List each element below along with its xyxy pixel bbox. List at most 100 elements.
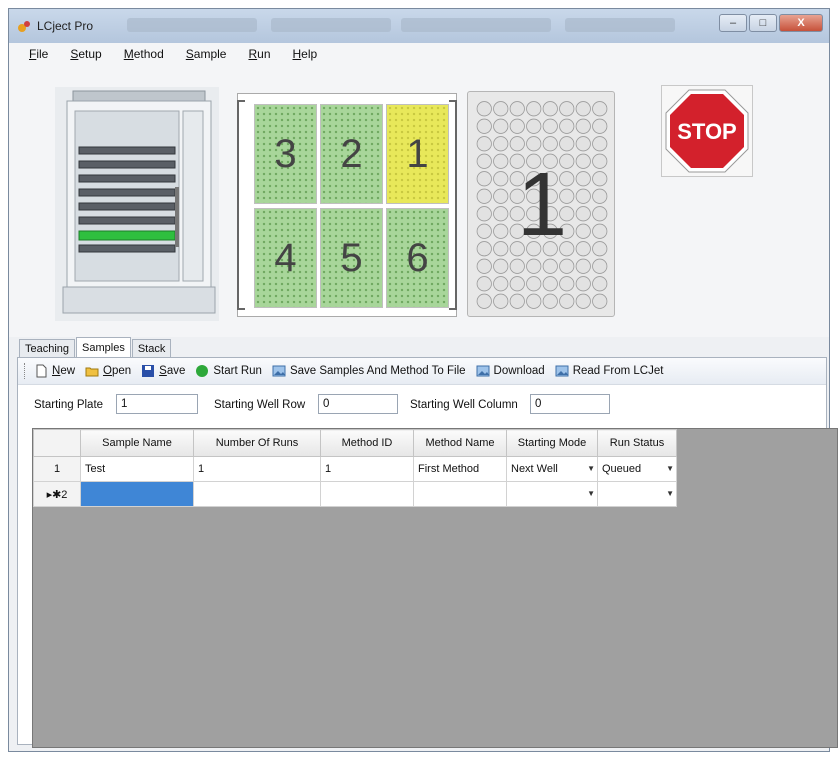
well[interactable] <box>575 101 591 117</box>
well[interactable] <box>526 118 542 134</box>
plate-slot-5[interactable]: 5 <box>320 208 383 308</box>
col-method-id[interactable]: Method ID <box>320 429 414 457</box>
well[interactable] <box>476 136 492 152</box>
well-plate-view[interactable]: 1 <box>467 91 615 317</box>
well[interactable] <box>559 171 575 187</box>
maximize-button[interactable]: □ <box>749 14 777 32</box>
well[interactable] <box>526 276 542 292</box>
well[interactable] <box>476 171 492 187</box>
stop-button[interactable]: STOP <box>661 85 753 177</box>
well[interactable] <box>559 206 575 222</box>
save-samples-button[interactable]: Save Samples And Method To File <box>272 364 466 378</box>
well[interactable] <box>542 171 558 187</box>
well[interactable] <box>592 118 608 134</box>
starting-well-row-input[interactable]: 0 <box>318 394 398 414</box>
well[interactable] <box>509 118 525 134</box>
well[interactable] <box>592 293 608 309</box>
menu-help[interactable]: Help <box>293 47 318 61</box>
row-header[interactable]: 1 <box>33 456 81 482</box>
dropdown-arrow-icon[interactable]: ▼ <box>666 464 674 473</box>
well[interactable] <box>542 258 558 274</box>
read-button[interactable]: Read From LCJet <box>555 364 663 378</box>
well[interactable] <box>575 136 591 152</box>
minimize-button[interactable]: – <box>719 14 747 32</box>
new-button[interactable]: New <box>34 364 75 378</box>
plate-slot-2[interactable]: 2 <box>320 104 383 204</box>
plate-slot-3[interactable]: 3 <box>254 104 317 204</box>
col-number-of-runs[interactable]: Number Of Runs <box>193 429 321 457</box>
well[interactable] <box>542 188 558 204</box>
well[interactable] <box>542 101 558 117</box>
well[interactable] <box>559 136 575 152</box>
well[interactable] <box>592 171 608 187</box>
well[interactable] <box>592 241 608 257</box>
plate-slot-6[interactable]: 6 <box>386 208 449 308</box>
well[interactable] <box>575 206 591 222</box>
well[interactable] <box>476 188 492 204</box>
row-header[interactable]: ▸✱2 <box>33 481 81 507</box>
well[interactable] <box>575 276 591 292</box>
well[interactable] <box>476 153 492 169</box>
well[interactable] <box>493 188 509 204</box>
dropdown-arrow-icon[interactable]: ▼ <box>587 489 595 498</box>
dropdown-arrow-icon[interactable]: ▼ <box>587 464 595 473</box>
well[interactable] <box>476 101 492 117</box>
corner-header[interactable] <box>33 429 81 457</box>
well[interactable] <box>542 276 558 292</box>
well[interactable] <box>559 223 575 239</box>
tab-samples[interactable]: Samples <box>76 337 131 358</box>
well[interactable] <box>575 153 591 169</box>
number-of-runs-cell[interactable] <box>193 481 321 507</box>
well[interactable] <box>493 136 509 152</box>
col-method-name[interactable]: Method Name <box>413 429 507 457</box>
well[interactable] <box>493 101 509 117</box>
well[interactable] <box>592 276 608 292</box>
well[interactable] <box>542 223 558 239</box>
well[interactable] <box>559 258 575 274</box>
well[interactable] <box>476 223 492 239</box>
well[interactable] <box>559 241 575 257</box>
starting-plate-input[interactable]: 1 <box>116 394 198 414</box>
run-status-cell[interactable]: ▼ <box>597 481 677 507</box>
run-status-cell[interactable]: Queued ▼ <box>597 456 677 482</box>
well[interactable] <box>493 223 509 239</box>
well[interactable] <box>476 118 492 134</box>
well[interactable] <box>542 136 558 152</box>
sample-name-cell[interactable]: Test <box>80 456 194 482</box>
well[interactable] <box>575 293 591 309</box>
download-button[interactable]: Download <box>476 364 545 378</box>
close-button[interactable]: X <box>779 14 823 32</box>
tab-teaching[interactable]: Teaching <box>19 339 76 358</box>
well[interactable] <box>493 171 509 187</box>
well[interactable] <box>493 206 509 222</box>
starting-well-column-input[interactable]: 0 <box>530 394 610 414</box>
menu-sample[interactable]: Sample <box>186 47 227 61</box>
col-run-status[interactable]: Run Status <box>597 429 677 457</box>
well[interactable] <box>592 258 608 274</box>
tab-stack[interactable]: Stack <box>131 339 172 358</box>
method-id-cell[interactable] <box>320 481 414 507</box>
well[interactable] <box>575 241 591 257</box>
well[interactable] <box>575 223 591 239</box>
well[interactable] <box>509 206 525 222</box>
plate-slot-4[interactable]: 4 <box>254 208 317 308</box>
menu-method[interactable]: Method <box>124 47 164 61</box>
well[interactable] <box>526 188 542 204</box>
well[interactable] <box>526 223 542 239</box>
starting-mode-cell[interactable]: ▼ <box>506 481 598 507</box>
col-starting-mode[interactable]: Starting Mode <box>506 429 598 457</box>
well[interactable] <box>542 241 558 257</box>
menu-run[interactable]: Run <box>248 47 270 61</box>
well[interactable] <box>476 258 492 274</box>
well[interactable] <box>526 101 542 117</box>
well[interactable] <box>592 206 608 222</box>
well[interactable] <box>542 206 558 222</box>
well[interactable] <box>575 118 591 134</box>
sample-name-cell[interactable] <box>80 481 194 507</box>
well[interactable] <box>509 276 525 292</box>
starting-mode-cell[interactable]: Next Well ▼ <box>506 456 598 482</box>
well[interactable] <box>575 258 591 274</box>
well[interactable] <box>526 153 542 169</box>
well[interactable] <box>559 153 575 169</box>
open-button[interactable]: Open <box>85 364 131 378</box>
